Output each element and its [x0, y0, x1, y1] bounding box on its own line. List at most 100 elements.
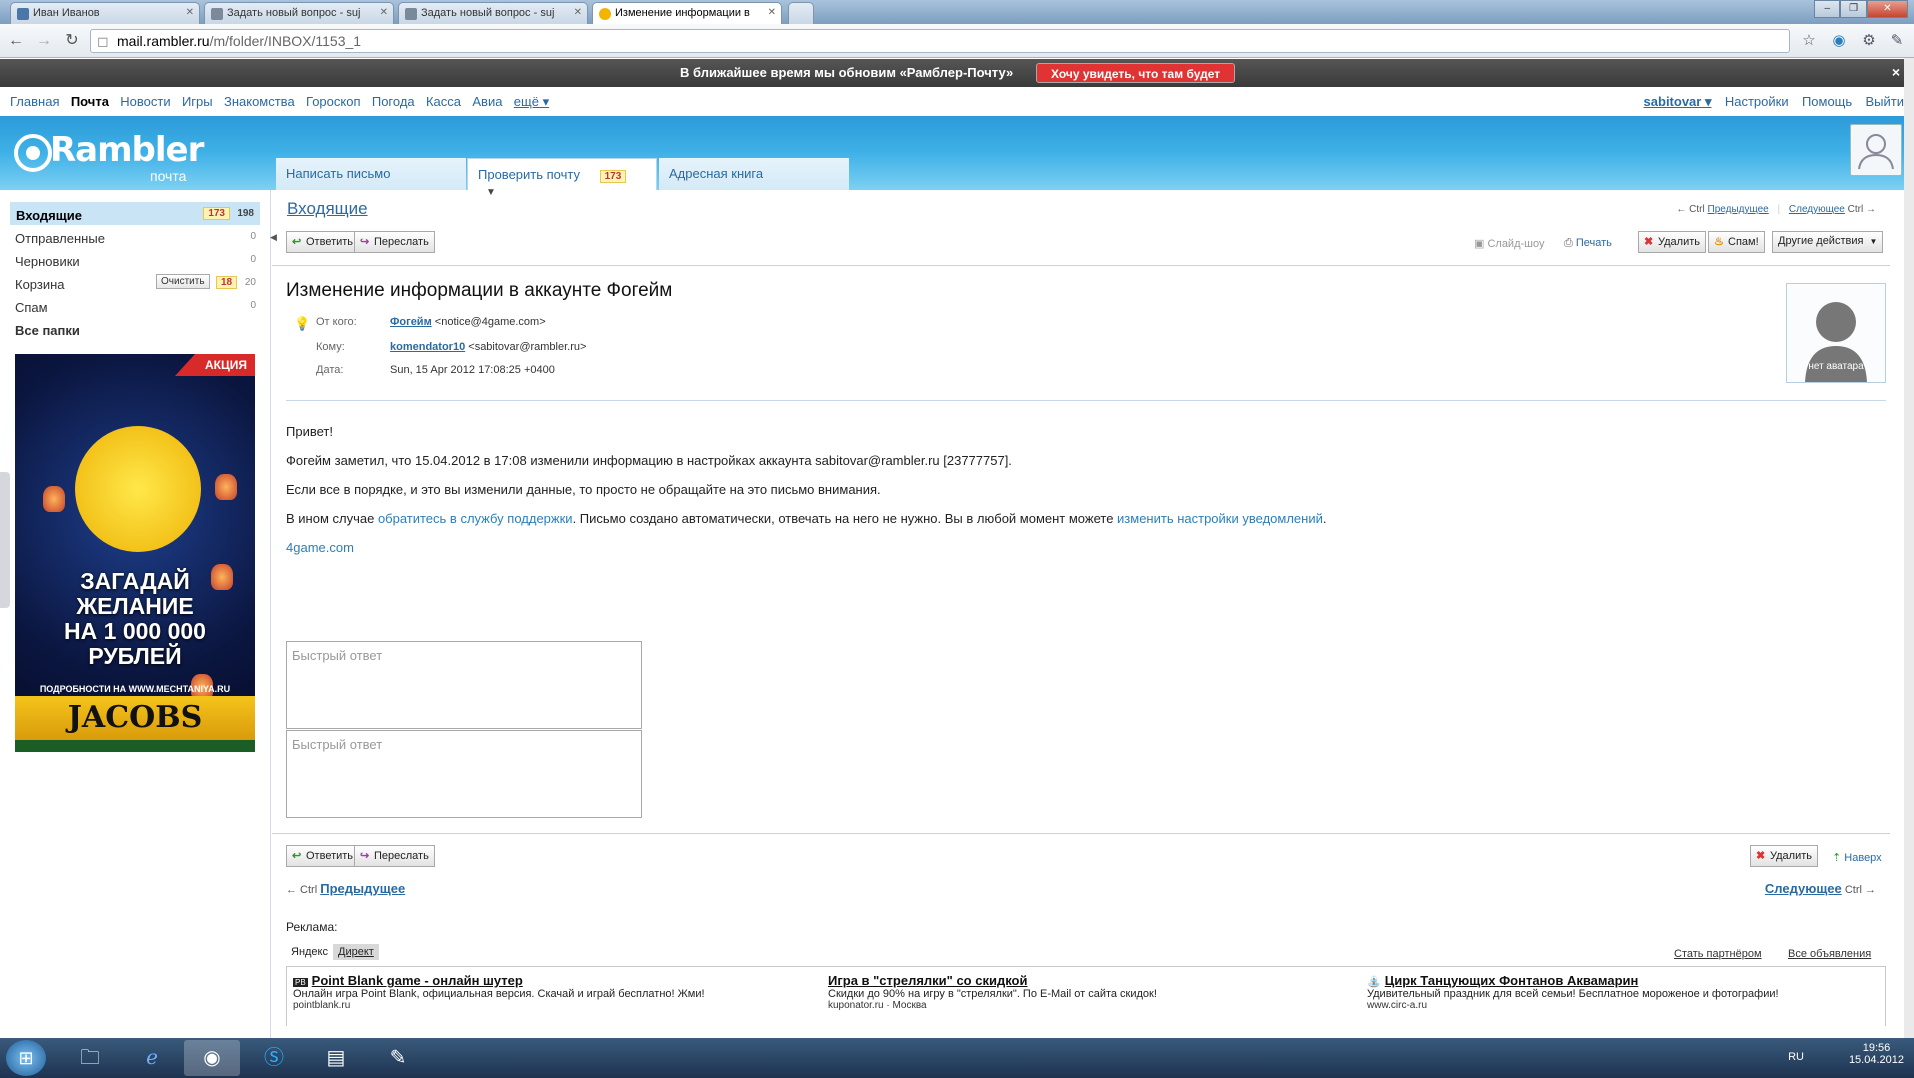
folder-drafts[interactable]: Черновики 0 — [0, 248, 270, 271]
bookmark-star-icon[interactable]: ☆ — [1800, 32, 1818, 50]
more-actions-dropdown[interactable]: Другие действия ▼ — [1772, 231, 1884, 253]
delete-button[interactable]: ✖ Удалить — [1638, 231, 1706, 253]
recipient-link[interactable]: komendator10 — [390, 341, 465, 353]
ad-title[interactable]: Цирк Танцующих Фонтанов Аквамарин — [1385, 973, 1639, 988]
menu-news[interactable]: Новости — [120, 94, 170, 109]
close-window-icon[interactable]: ✕ — [1866, 0, 1908, 18]
menu-weather[interactable]: Погода — [372, 94, 415, 109]
menu-more[interactable]: ещё ▾ — [514, 94, 549, 109]
ad-item[interactable]: ⛲ Цирк Танцующих Фонтанов Аквамарин Удиви… — [1367, 973, 1779, 1011]
sender-link[interactable]: Фогейм — [390, 316, 432, 328]
tab-compose[interactable]: Написать письмо — [276, 158, 466, 190]
user-menu[interactable]: sabitovar ▾ — [1644, 94, 1712, 109]
become-partner-link[interactable]: Стать партнёром — [1674, 948, 1762, 960]
close-tab-icon[interactable]: ✕ — [574, 7, 582, 18]
jacobs-banner-ad[interactable]: АКЦИЯ ЗАГАДАЙ ЖЕЛАНИЕ НА 1 000 000 РУБЛЕ… — [15, 354, 255, 752]
prev-message-link[interactable]: Предыдущее — [320, 881, 405, 896]
close-tab-icon[interactable]: ✕ — [186, 7, 194, 18]
close-notice-icon[interactable]: × — [1892, 64, 1900, 80]
site-link[interactable]: 4game.com — [286, 540, 354, 555]
all-folders-link[interactable]: Все папки — [0, 317, 270, 340]
ad-item[interactable]: Игра в "стрелялки" со скидкой Скидки до … — [828, 973, 1157, 1011]
left-scroll-handle[interactable] — [0, 472, 10, 608]
menu-games[interactable]: Игры — [182, 94, 213, 109]
support-link[interactable]: обратитесь в службу поддержки — [378, 511, 573, 526]
see-new-version-button[interactable]: Хочу увидеть, что там будет — [1036, 63, 1236, 83]
tab-check-mail[interactable]: Проверить почту 173 ▼ — [467, 158, 657, 198]
menu-main[interactable]: Главная — [10, 94, 59, 109]
folder-title-link[interactable]: Входящие — [287, 199, 368, 219]
ad-url[interactable]: pointblank.ru — [293, 1000, 705, 1011]
browser-tab[interactable]: Задать новый вопрос - suj ✕ — [398, 2, 588, 24]
internet-explorer-icon[interactable]: ℯ — [124, 1040, 180, 1076]
extension-eye-icon[interactable]: ◉ — [1830, 32, 1848, 50]
extension-icon[interactable]: ⚙ — [1860, 32, 1878, 50]
reply-button[interactable]: ↩ Ответить — [286, 231, 360, 253]
new-tab-button[interactable] — [788, 2, 814, 24]
explorer-folder-icon[interactable]: 🗀 — [62, 1040, 118, 1076]
paint-icon[interactable]: ✎ — [370, 1040, 426, 1076]
menu-tickets[interactable]: Касса — [426, 94, 461, 109]
reply-button-bottom[interactable]: ↩ Ответить — [286, 845, 360, 867]
browser-tab[interactable]: Иван Иванов ✕ — [10, 2, 200, 24]
tab-yandex[interactable]: Яндекс — [286, 944, 333, 960]
all-ads-link[interactable]: Все объявления — [1788, 948, 1871, 960]
notification-settings-link[interactable]: изменить настройки уведомлений — [1117, 511, 1323, 526]
back-icon[interactable]: ← — [6, 31, 26, 51]
reload-icon[interactable]: ↻ — [62, 31, 82, 51]
clock-time: 19:56 — [1862, 1042, 1891, 1054]
tab-direct[interactable]: Директ — [333, 944, 379, 960]
menu-avia[interactable]: Авиа — [472, 94, 502, 109]
browser-tab[interactable]: Задать новый вопрос - suj ✕ — [204, 2, 394, 24]
close-tab-icon[interactable]: ✕ — [380, 7, 388, 18]
close-tab-icon[interactable]: ✕ — [768, 7, 776, 18]
skype-icon[interactable]: Ⓢ — [246, 1040, 302, 1076]
ad-item[interactable]: PB Point Blank game - онлайн шутер Онлайн… — [293, 973, 705, 1011]
quick-reply-textarea[interactable]: Быстрый ответ — [286, 641, 642, 729]
tab-addressbook[interactable]: Адресная книга — [659, 158, 849, 190]
menu-dating[interactable]: Знакомства — [224, 94, 295, 109]
windows-start-icon[interactable]: ⊞ — [6, 1040, 46, 1076]
rambler-logo[interactable]: Rambler почта — [14, 130, 204, 184]
from-value: Фогейм <notice@4game.com> — [390, 316, 546, 328]
folder-inbox[interactable]: Входящие 173 198 — [10, 202, 260, 225]
folder-total: 198 — [237, 208, 254, 219]
ad-url[interactable]: www.circ-a.ru — [1367, 1000, 1779, 1011]
url-input[interactable]: ◻ mail.rambler.ru/m/folder/INBOX/1153_1 — [90, 29, 1790, 53]
system-clock[interactable]: 19:56 15.04.2012 — [1849, 1042, 1904, 1066]
browser-tab-active[interactable]: Изменение информации в ✕ — [592, 2, 782, 24]
menu-horoscope[interactable]: Гороскоп — [306, 94, 360, 109]
prev-message-link[interactable]: Предыдущее — [1708, 204, 1769, 215]
forward-button-bottom[interactable]: ↪ Переслать — [354, 845, 435, 867]
scroll-top-link[interactable]: ⇡ Наверх — [1832, 851, 1882, 864]
quick-reply-textarea-2[interactable]: Быстрый ответ — [286, 730, 642, 818]
next-message-link[interactable]: Следующее — [1765, 881, 1842, 896]
slideshow-button[interactable]: ▣ Слайд-шоу — [1474, 237, 1544, 250]
more-actions-label: Другие действия — [1778, 235, 1864, 247]
ad-title[interactable]: Игра в "стрелялки" со скидкой — [828, 973, 1027, 988]
window-app-icon[interactable]: ▤ — [308, 1040, 364, 1076]
menu-mail[interactable]: Почта — [71, 94, 109, 109]
next-message-link[interactable]: Следующее — [1789, 204, 1845, 215]
folder-spam[interactable]: Спам 0 — [0, 294, 270, 317]
minimize-icon[interactable]: – — [1814, 0, 1841, 18]
chrome-icon[interactable]: ◉ — [184, 1040, 240, 1076]
folder-trash[interactable]: Корзина Очистить 18 20 — [0, 271, 270, 294]
wrench-icon[interactable]: ✎ — [1888, 32, 1906, 50]
maximize-icon[interactable]: ❐ — [1840, 0, 1867, 18]
forward-icon[interactable]: → — [34, 31, 54, 51]
logout-link[interactable]: Выйти — [1866, 94, 1905, 109]
vertical-scrollbar[interactable] — [1904, 58, 1914, 1040]
settings-link[interactable]: Настройки — [1725, 94, 1789, 109]
spam-button[interactable]: ♨ Спам! — [1708, 231, 1765, 253]
folder-sent[interactable]: Отправленные 0 — [0, 225, 270, 248]
user-avatar[interactable] — [1850, 124, 1902, 176]
ad-title[interactable]: Point Blank game - онлайн шутер — [312, 973, 523, 988]
forward-button[interactable]: ↪ Переслать — [354, 231, 435, 253]
print-button[interactable]: ⎙ Печать — [1564, 237, 1612, 250]
empty-trash-button[interactable]: Очистить — [156, 274, 210, 289]
help-link[interactable]: Помощь — [1802, 94, 1852, 109]
ad-url[interactable]: kuponator.ru · Москва — [828, 1000, 1157, 1011]
delete-button-bottom[interactable]: ✖ Удалить — [1750, 845, 1818, 867]
language-indicator[interactable]: RU — [1788, 1051, 1804, 1063]
